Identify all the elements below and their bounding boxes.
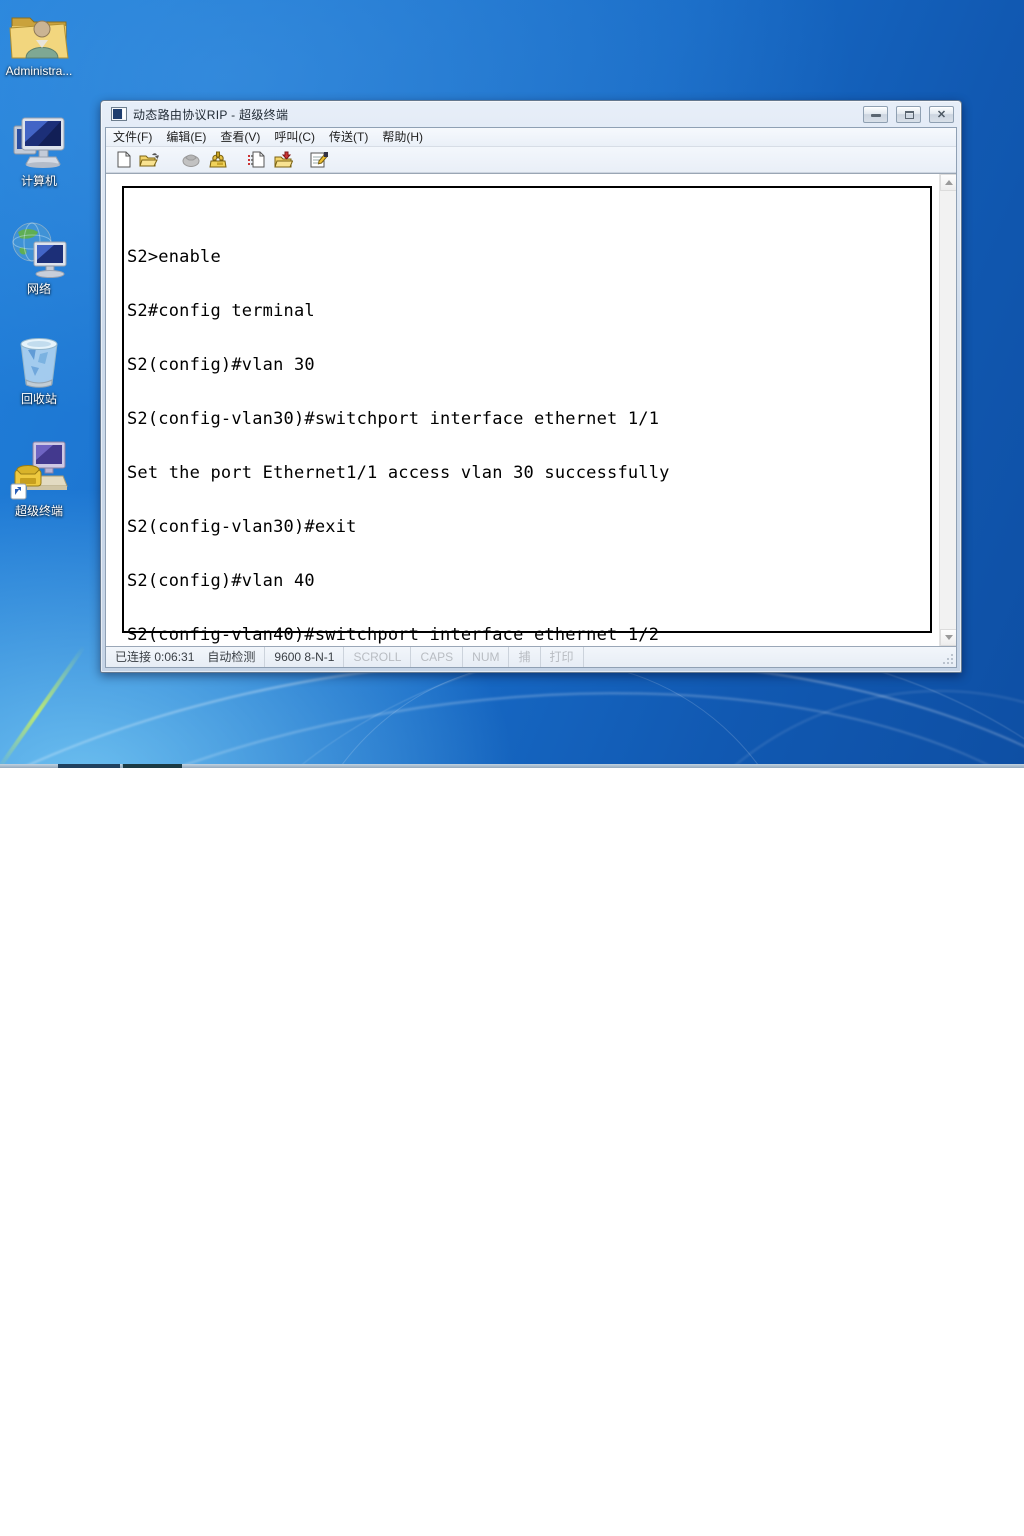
send-file-icon [247, 151, 265, 168]
menu-call[interactable]: 呼叫(C) [267, 128, 322, 147]
terminal-line: S2(config-vlan40)#switchport interface e… [127, 626, 927, 644]
terminal-line: S2>enable [127, 248, 927, 266]
desktop-icon-hyperterminal[interactable]: 超级终端 [0, 440, 78, 518]
status-connection: 已连接 0:06:31 [106, 647, 198, 667]
menu-view[interactable]: 查看(V) [213, 128, 267, 147]
recycle-bin-icon [14, 334, 64, 390]
taskbar-edge[interactable] [0, 764, 1024, 768]
menu-help[interactable]: 帮助(H) [375, 128, 430, 147]
open-folder-icon [139, 151, 159, 168]
app-icon [111, 107, 127, 121]
close-icon: ✕ [930, 108, 953, 121]
desktop-icon-recycle-bin[interactable]: 回收站 [0, 334, 78, 406]
desktop-icon-label: 超级终端 [0, 504, 78, 518]
properties-icon [310, 151, 329, 168]
phone-disconnect-icon [209, 151, 227, 168]
window-body: 文件(F) 编辑(E) 查看(V) 呼叫(C) 传送(T) 帮助(H) [105, 127, 957, 668]
vertical-scrollbar[interactable] [939, 174, 956, 646]
arrow-up-icon [945, 180, 953, 185]
terminal-line: Set the port Ethernet1/1 access vlan 30 … [127, 464, 927, 482]
desktop-icon-label: Administra... [0, 64, 78, 78]
maximize-icon [905, 111, 914, 119]
send-file-button[interactable] [246, 151, 266, 169]
network-icon [8, 220, 70, 280]
hyperterminal-window: 动态路由协议RIP - 超级终端 ✕ 文件(F) 编辑(E) 查看(V) 呼叫(… [100, 100, 962, 673]
user-folder-icon [8, 8, 70, 62]
disconnect-button[interactable] [208, 151, 228, 169]
wallpaper-streak [0, 609, 1024, 1472]
status-detection: 自动检测 [198, 647, 265, 667]
new-connection-button[interactable] [114, 151, 134, 169]
terminal-line: S2(config-vlan30)#switchport interface e… [127, 410, 927, 428]
desktop-icon-computer[interactable]: 计算机 [0, 116, 78, 188]
menu-file[interactable]: 文件(F) [106, 128, 159, 147]
terminal-line: S2#config terminal [127, 302, 927, 320]
minimize-button[interactable] [863, 106, 888, 123]
resize-grip[interactable] [942, 653, 954, 665]
desktop-icon-administrator[interactable]: Administra... [0, 8, 78, 78]
status-caps: CAPS [411, 647, 463, 667]
wallpaper-green-streak [0, 645, 86, 770]
terminal-line: S2(config-vlan30)#exit [127, 518, 927, 536]
desktop-icon-label: 网络 [0, 282, 78, 296]
scroll-up-button[interactable] [940, 174, 956, 191]
phone-call-icon [182, 152, 200, 167]
arrow-down-icon [945, 635, 953, 640]
hyperterminal-icon [9, 440, 69, 502]
window-title: 动态路由协议RIP - 超级终端 [133, 106, 288, 123]
status-print: 打印 [541, 647, 584, 667]
status-scroll: SCROLL [344, 647, 411, 667]
receive-file-icon [274, 151, 293, 168]
properties-button[interactable] [309, 151, 329, 169]
terminal-client-area[interactable]: S2>enable S2#config terminal S2(config)#… [106, 173, 956, 646]
menu-bar: 文件(F) 编辑(E) 查看(V) 呼叫(C) 传送(T) 帮助(H) [106, 128, 956, 147]
computer-icon [10, 116, 68, 172]
wallpaper-streak [0, 623, 1024, 1397]
desktop-icon-label: 回收站 [0, 392, 78, 406]
status-num: NUM [463, 647, 509, 667]
maximize-button[interactable] [896, 106, 921, 123]
scroll-down-button[interactable] [940, 629, 956, 646]
wallpaper-streak [117, 612, 1024, 1536]
wallpaper-ring [290, 660, 810, 1180]
desktop-icon-label: 计算机 [0, 174, 78, 188]
terminal-line: S2(config)#vlan 40 [127, 572, 927, 590]
terminal-screen[interactable]: S2>enable S2#config terminal S2(config)#… [122, 186, 932, 633]
open-button[interactable] [139, 151, 159, 169]
wallpaper-ring [620, 690, 1024, 1330]
terminal-line: S2(config)#vlan 30 [127, 356, 927, 374]
status-bar: 已连接 0:06:31 自动检测 9600 8-N-1 SCROLL CAPS … [106, 646, 956, 667]
desktop-icon-network[interactable]: 网络 [0, 220, 78, 296]
close-button[interactable]: ✕ [929, 106, 954, 123]
status-baud: 9600 8-N-1 [265, 647, 344, 667]
toolbar [106, 147, 956, 173]
title-bar[interactable]: 动态路由协议RIP - 超级终端 ✕ [101, 101, 961, 127]
call-button-disabled[interactable] [181, 151, 201, 169]
status-capture: 捕 [509, 647, 540, 667]
receive-file-button[interactable] [273, 151, 293, 169]
minimize-icon [871, 114, 881, 117]
menu-edit[interactable]: 编辑(E) [159, 128, 213, 147]
taskbar-button[interactable] [58, 764, 120, 768]
menu-transfer[interactable]: 传送(T) [322, 128, 375, 147]
taskbar-button[interactable] [122, 764, 182, 768]
terminal-output: S2>enable S2#config terminal S2(config)#… [124, 188, 930, 646]
new-document-icon [116, 151, 132, 168]
